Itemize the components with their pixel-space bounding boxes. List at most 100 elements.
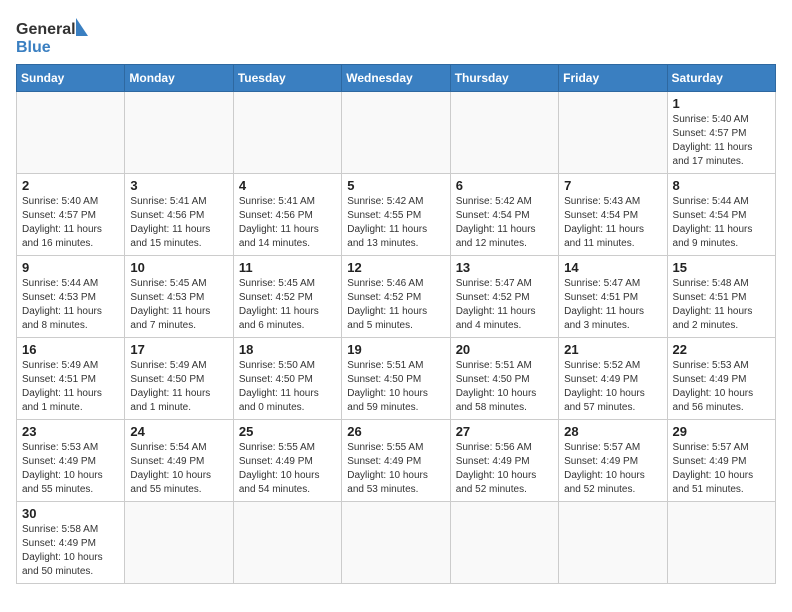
day-info: Sunrise: 5:40 AM Sunset: 4:57 PM Dayligh… xyxy=(673,113,770,169)
day-info: Sunrise: 5:50 AM Sunset: 4:50 PM Dayligh… xyxy=(239,359,336,415)
calendar-day-cell: 18 Sunrise: 5:50 AM Sunset: 4:50 PM Dayli… xyxy=(233,338,341,420)
day-info: Sunrise: 5:57 AM Sunset: 4:49 PM Dayligh… xyxy=(673,441,770,497)
calendar-day-cell: 29 Sunrise: 5:57 AM Sunset: 4:49 PM Dayli… xyxy=(667,420,775,502)
calendar-day-cell xyxy=(559,92,667,174)
day-info: Sunrise: 5:42 AM Sunset: 4:55 PM Dayligh… xyxy=(347,195,444,251)
calendar-day-cell: 11 Sunrise: 5:45 AM Sunset: 4:52 PM Dayli… xyxy=(233,256,341,338)
day-number: 27 xyxy=(456,424,553,439)
day-info: Sunrise: 5:51 AM Sunset: 4:50 PM Dayligh… xyxy=(456,359,553,415)
generalblue-logo-icon: GeneralBlue xyxy=(16,16,96,56)
day-info: Sunrise: 5:56 AM Sunset: 4:49 PM Dayligh… xyxy=(456,441,553,497)
day-number: 8 xyxy=(673,178,770,193)
day-number: 19 xyxy=(347,342,444,357)
calendar-day-cell: 13 Sunrise: 5:47 AM Sunset: 4:52 PM Dayli… xyxy=(450,256,558,338)
calendar-day-cell: 17 Sunrise: 5:49 AM Sunset: 4:50 PM Dayli… xyxy=(125,338,233,420)
day-number: 15 xyxy=(673,260,770,275)
calendar-day-cell xyxy=(559,502,667,584)
calendar-week-row: 1Sunrise: 5:40 AM Sunset: 4:57 PM Daylig… xyxy=(17,92,776,174)
day-number: 7 xyxy=(564,178,661,193)
calendar-day-cell xyxy=(125,92,233,174)
day-of-week-header: Tuesday xyxy=(233,65,341,92)
day-info: Sunrise: 5:48 AM Sunset: 4:51 PM Dayligh… xyxy=(673,277,770,333)
day-number: 9 xyxy=(22,260,119,275)
day-number: 28 xyxy=(564,424,661,439)
day-info: Sunrise: 5:47 AM Sunset: 4:51 PM Dayligh… xyxy=(564,277,661,333)
day-info: Sunrise: 5:49 AM Sunset: 4:51 PM Dayligh… xyxy=(22,359,119,415)
calendar-week-row: 16 Sunrise: 5:49 AM Sunset: 4:51 PM Dayli… xyxy=(17,338,776,420)
day-number: 5 xyxy=(347,178,444,193)
calendar-day-cell xyxy=(233,92,341,174)
calendar-week-row: 2Sunrise: 5:40 AM Sunset: 4:57 PM Daylig… xyxy=(17,174,776,256)
day-info: Sunrise: 5:40 AM Sunset: 4:57 PM Dayligh… xyxy=(22,195,119,251)
day-of-week-header: Monday xyxy=(125,65,233,92)
calendar-day-cell: 7Sunrise: 5:43 AM Sunset: 4:54 PM Daylig… xyxy=(559,174,667,256)
calendar-day-cell: 26 Sunrise: 5:55 AM Sunset: 4:49 PM Dayli… xyxy=(342,420,450,502)
header: GeneralBlue xyxy=(16,16,776,56)
day-info: Sunrise: 5:44 AM Sunset: 4:53 PM Dayligh… xyxy=(22,277,119,333)
day-number: 14 xyxy=(564,260,661,275)
day-number: 12 xyxy=(347,260,444,275)
calendar-day-cell: 1Sunrise: 5:40 AM Sunset: 4:57 PM Daylig… xyxy=(667,92,775,174)
day-number: 11 xyxy=(239,260,336,275)
day-number: 24 xyxy=(130,424,227,439)
calendar-day-cell: 30Sunrise: 5:58 AM Sunset: 4:49 PM Dayli… xyxy=(17,502,125,584)
calendar-day-cell: 24 Sunrise: 5:54 AM Sunset: 4:49 PM Dayli… xyxy=(125,420,233,502)
calendar-day-cell: 9 Sunrise: 5:44 AM Sunset: 4:53 PM Daylig… xyxy=(17,256,125,338)
calendar-day-cell: 2Sunrise: 5:40 AM Sunset: 4:57 PM Daylig… xyxy=(17,174,125,256)
calendar-week-row: 30Sunrise: 5:58 AM Sunset: 4:49 PM Dayli… xyxy=(17,502,776,584)
calendar-day-cell xyxy=(342,92,450,174)
calendar-day-cell: 3Sunrise: 5:41 AM Sunset: 4:56 PM Daylig… xyxy=(125,174,233,256)
day-info: Sunrise: 5:54 AM Sunset: 4:49 PM Dayligh… xyxy=(130,441,227,497)
day-number: 18 xyxy=(239,342,336,357)
calendar-header-row: SundayMondayTuesdayWednesdayThursdayFrid… xyxy=(17,65,776,92)
day-info: Sunrise: 5:45 AM Sunset: 4:53 PM Dayligh… xyxy=(130,277,227,333)
day-number: 26 xyxy=(347,424,444,439)
calendar-day-cell: 20Sunrise: 5:51 AM Sunset: 4:50 PM Dayli… xyxy=(450,338,558,420)
calendar-week-row: 23Sunrise: 5:53 AM Sunset: 4:49 PM Dayli… xyxy=(17,420,776,502)
day-number: 25 xyxy=(239,424,336,439)
calendar-day-cell: 21 Sunrise: 5:52 AM Sunset: 4:49 PM Dayli… xyxy=(559,338,667,420)
calendar-day-cell: 22 Sunrise: 5:53 AM Sunset: 4:49 PM Dayli… xyxy=(667,338,775,420)
day-info: Sunrise: 5:49 AM Sunset: 4:50 PM Dayligh… xyxy=(130,359,227,415)
calendar-day-cell: 23Sunrise: 5:53 AM Sunset: 4:49 PM Dayli… xyxy=(17,420,125,502)
calendar-day-cell xyxy=(450,92,558,174)
day-number: 3 xyxy=(130,178,227,193)
svg-text:Blue: Blue xyxy=(16,39,51,56)
day-of-week-header: Sunday xyxy=(17,65,125,92)
day-info: Sunrise: 5:52 AM Sunset: 4:49 PM Dayligh… xyxy=(564,359,661,415)
calendar-day-cell: 14 Sunrise: 5:47 AM Sunset: 4:51 PM Dayli… xyxy=(559,256,667,338)
svg-text:General: General xyxy=(16,21,76,38)
day-number: 22 xyxy=(673,342,770,357)
day-info: Sunrise: 5:45 AM Sunset: 4:52 PM Dayligh… xyxy=(239,277,336,333)
calendar-day-cell: 6Sunrise: 5:42 AM Sunset: 4:54 PM Daylig… xyxy=(450,174,558,256)
calendar-day-cell: 5 Sunrise: 5:42 AM Sunset: 4:55 PM Daylig… xyxy=(342,174,450,256)
day-number: 21 xyxy=(564,342,661,357)
day-info: Sunrise: 5:55 AM Sunset: 4:49 PM Dayligh… xyxy=(347,441,444,497)
day-number: 23 xyxy=(22,424,119,439)
day-number: 13 xyxy=(456,260,553,275)
calendar-day-cell: 16 Sunrise: 5:49 AM Sunset: 4:51 PM Dayli… xyxy=(17,338,125,420)
day-number: 29 xyxy=(673,424,770,439)
day-info: Sunrise: 5:46 AM Sunset: 4:52 PM Dayligh… xyxy=(347,277,444,333)
calendar-day-cell: 8Sunrise: 5:44 AM Sunset: 4:54 PM Daylig… xyxy=(667,174,775,256)
day-number: 17 xyxy=(130,342,227,357)
day-number: 4 xyxy=(239,178,336,193)
day-of-week-header: Friday xyxy=(559,65,667,92)
calendar-day-cell: 28Sunrise: 5:57 AM Sunset: 4:49 PM Dayli… xyxy=(559,420,667,502)
calendar-week-row: 9 Sunrise: 5:44 AM Sunset: 4:53 PM Daylig… xyxy=(17,256,776,338)
day-of-week-header: Thursday xyxy=(450,65,558,92)
day-info: Sunrise: 5:41 AM Sunset: 4:56 PM Dayligh… xyxy=(239,195,336,251)
day-info: Sunrise: 5:53 AM Sunset: 4:49 PM Dayligh… xyxy=(673,359,770,415)
logo: GeneralBlue xyxy=(16,16,96,56)
day-of-week-header: Wednesday xyxy=(342,65,450,92)
day-info: Sunrise: 5:47 AM Sunset: 4:52 PM Dayligh… xyxy=(456,277,553,333)
calendar-day-cell xyxy=(233,502,341,584)
calendar-day-cell xyxy=(450,502,558,584)
calendar-day-cell xyxy=(342,502,450,584)
day-info: Sunrise: 5:55 AM Sunset: 4:49 PM Dayligh… xyxy=(239,441,336,497)
calendar-day-cell: 19Sunrise: 5:51 AM Sunset: 4:50 PM Dayli… xyxy=(342,338,450,420)
calendar-table: SundayMondayTuesdayWednesdayThursdayFrid… xyxy=(16,64,776,584)
day-number: 10 xyxy=(130,260,227,275)
day-info: Sunrise: 5:58 AM Sunset: 4:49 PM Dayligh… xyxy=(22,523,119,579)
day-number: 16 xyxy=(22,342,119,357)
